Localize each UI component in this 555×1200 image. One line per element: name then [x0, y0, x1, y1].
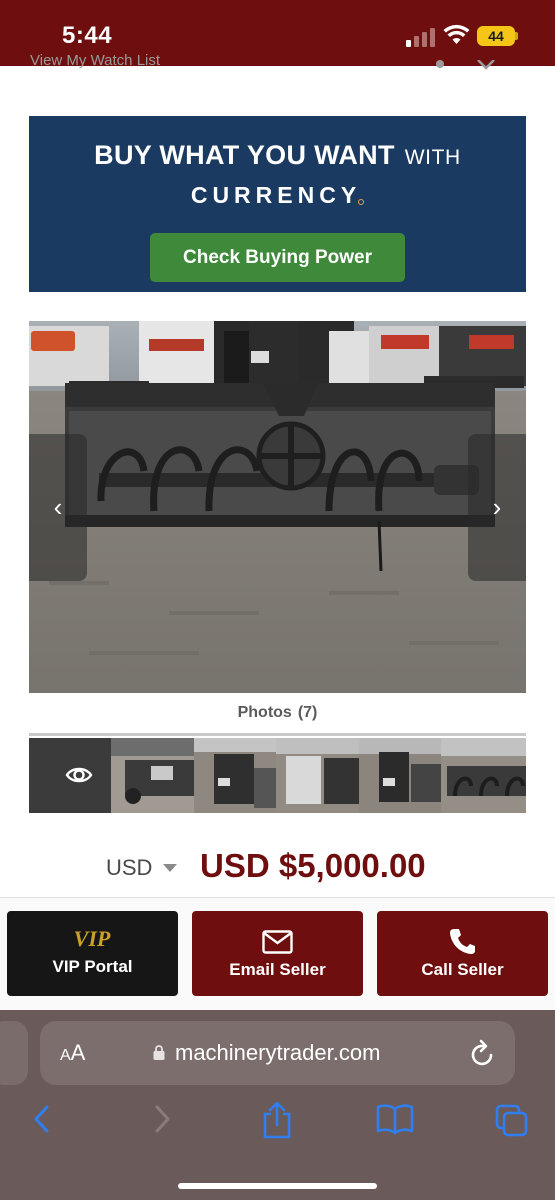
page-settings-button[interactable]: AA [60, 1040, 85, 1066]
share-icon[interactable] [261, 1101, 293, 1139]
ad-headline-suffix: WITH [404, 146, 461, 169]
vip-portal-label: VIP Portal [52, 957, 133, 976]
thumbnail-3-image [193, 738, 277, 813]
thumbnail-2[interactable] [111, 738, 194, 813]
status-time: 5:44 [62, 22, 113, 49]
call-seller-label: Call Seller [421, 960, 504, 979]
url-text[interactable]: machinerytrader.com [175, 1040, 380, 1066]
thumbnail-4[interactable] [276, 738, 359, 813]
reload-icon[interactable] [470, 1039, 496, 1067]
email-seller-label: Email Seller [229, 960, 326, 979]
main-listing-photo[interactable] [29, 321, 526, 693]
lock-icon [153, 1045, 165, 1060]
home-indicator [178, 1183, 377, 1189]
photos-count: (7) [297, 704, 318, 721]
chevron-right-icon: › [492, 492, 502, 522]
forward-icon[interactable] [150, 1101, 174, 1137]
wifi-icon [443, 24, 470, 44]
chevron-left-icon: ‹ [53, 492, 63, 522]
thumbnail-4-image [276, 738, 359, 813]
vip-logo-icon: VIP [74, 926, 111, 951]
photos-label: Photos [237, 704, 292, 721]
thumbnail-5[interactable] [358, 738, 442, 813]
chevron-down-icon [163, 864, 177, 872]
photos-tab[interactable]: Photos (7) [0, 704, 555, 722]
thumbnail-strip [29, 738, 527, 813]
thumbnail-3[interactable] [193, 738, 277, 813]
next-photo-button[interactable]: › [468, 434, 526, 581]
previous-photo-button[interactable]: ‹ [29, 434, 87, 581]
listing-price: USD $5,000.00 [200, 847, 426, 884]
watch-list-link[interactable]: View My Watch List [30, 52, 160, 68]
currency-selector[interactable]: USD [106, 855, 152, 881]
app-root: 5:44 44 View My Watch List BUY WHAT YOU … [0, 0, 555, 1200]
previous-tab-peek[interactable] [0, 1021, 28, 1085]
brand-dot-icon [358, 199, 365, 205]
phone-icon [450, 929, 475, 954]
ad-headline: BUY WHAT YOU WANT WITH [29, 140, 526, 171]
ad-brand-logo: CURRENCY [29, 182, 526, 209]
currency-ad-banner[interactable]: BUY WHAT YOU WANT WITH CURRENCY Check Buy… [29, 116, 526, 292]
cellular-signal-icon [406, 28, 435, 47]
view-all-photos-thumbnail[interactable] [29, 738, 112, 813]
call-seller-button[interactable]: Call Seller [377, 911, 548, 996]
thumbnail-5-image [358, 738, 442, 813]
header-icons [436, 60, 495, 70]
ad-headline-main: BUY WHAT YOU WANT [94, 140, 395, 170]
battery-indicator: 44 [477, 26, 515, 46]
ad-brand-text: CURRENCY [190, 182, 362, 208]
photos-tab-underline [29, 733, 526, 736]
bookmarks-icon[interactable] [376, 1101, 414, 1135]
snow-blower-photo [29, 321, 526, 693]
vip-portal-button[interactable]: VIP VIP Portal [7, 911, 178, 996]
check-buying-power-button[interactable]: Check Buying Power [150, 233, 405, 282]
thumbnail-2-image [111, 738, 194, 813]
thumbnail-6[interactable] [441, 738, 527, 813]
tabs-icon[interactable] [495, 1101, 529, 1137]
eye-icon [65, 767, 93, 783]
envelope-icon [262, 930, 293, 954]
battery-tip [515, 32, 518, 40]
back-icon[interactable] [30, 1101, 54, 1137]
thumbnail-6-image [441, 738, 527, 813]
svg-text:VIP: VIP [74, 926, 111, 951]
email-seller-button[interactable]: Email Seller [192, 911, 363, 996]
